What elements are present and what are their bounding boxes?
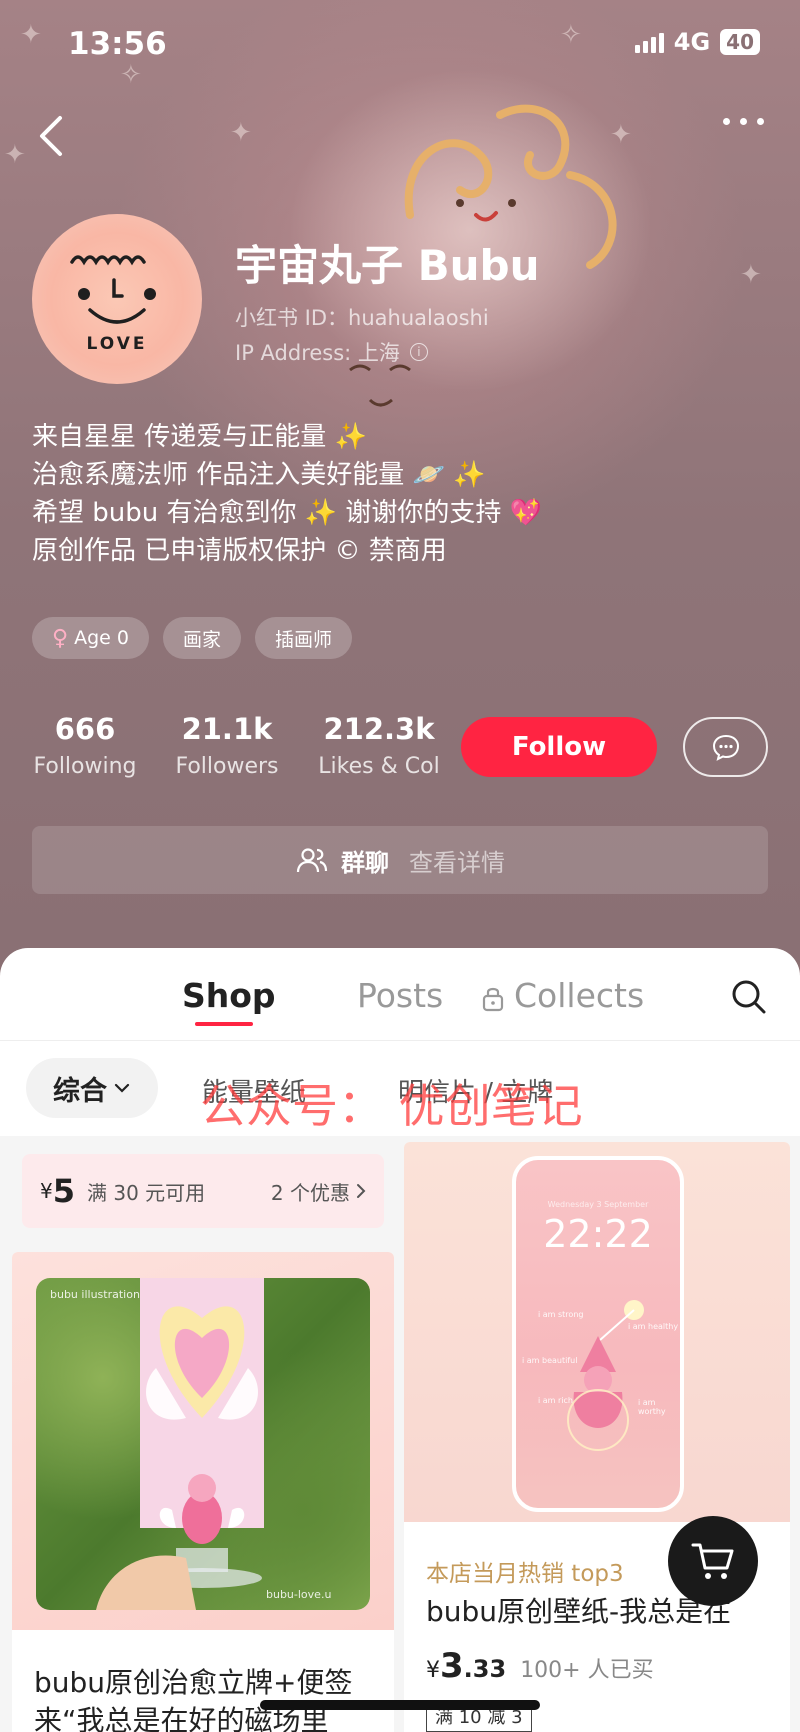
coupon-amount: 5 <box>52 1172 75 1210</box>
product-card[interactable]: bubu illustration bubu-love.u bubu原创治愈立牌… <box>12 1252 394 1732</box>
avatar-love-text: LOVE <box>87 334 148 354</box>
price-decimal: .33 <box>463 1655 507 1683</box>
stat-label: Followers <box>175 754 279 779</box>
network-type: 4G <box>673 28 711 56</box>
coupon-count: 2 个优惠 <box>271 1177 366 1206</box>
signal-icon <box>634 31 664 53</box>
avatar[interactable]: LOVE <box>32 214 202 384</box>
product-image: Wednesday 3 September 22:22 i am strong … <box>404 1142 790 1522</box>
product-card[interactable]: Wednesday 3 September 22:22 i am strong … <box>404 1142 790 1732</box>
chevron-down-icon <box>114 1083 130 1093</box>
group-chat-title: 群聊 <box>341 848 389 877</box>
more-options-icon[interactable] <box>723 118 764 125</box>
stat-label: Following <box>33 754 137 779</box>
chat-bubble-icon <box>712 734 739 761</box>
chevron-right-icon <box>357 1184 366 1198</box>
sparkle-icon: ✦ <box>4 140 26 170</box>
info-icon[interactable]: i <box>409 343 428 361</box>
tab-posts[interactable]: Posts <box>357 976 443 1015</box>
group-chat-detail: 查看详情 <box>409 848 505 877</box>
phone-mockup: Wednesday 3 September 22:22 i am strong … <box>512 1156 684 1512</box>
status-indicators: 4G 40 <box>634 28 760 56</box>
shopping-cart-icon <box>691 1543 734 1579</box>
sold-count: 100+ 人已买 <box>520 1658 654 1683</box>
follow-button[interactable]: Follow <box>461 717 657 777</box>
tab-shop[interactable]: Shop <box>182 976 276 1015</box>
sparkle-icon: ✦ <box>230 118 252 148</box>
stat-likes[interactable]: 212.3k Likes & Col <box>316 712 442 779</box>
search-icon[interactable] <box>730 978 768 1016</box>
cart-button[interactable] <box>668 1516 758 1606</box>
sparkle-icon: ✦ <box>20 20 42 50</box>
tag-label: 插画师 <box>275 628 333 651</box>
price-integer: 3 <box>440 1646 464 1686</box>
coupon-condition: 满 30 元可用 <box>87 1180 206 1205</box>
profile-id: 小红书 ID：huahualaoshi <box>235 306 489 330</box>
bio-line: 原创作品 已申请版权保护 © 禁商用 <box>32 536 447 566</box>
product-image: bubu illustration bubu-love.u <box>12 1252 394 1630</box>
group-users-icon <box>296 848 328 873</box>
bio-line: 治愈系魔法师 作品注入美好能量 🪐 ✨ <box>32 460 486 490</box>
coupon-banner[interactable]: ¥ 5 满 30 元可用 2 个优惠 <box>22 1154 384 1228</box>
stat-value: 212.3k <box>323 712 435 746</box>
photo-watermark: bubu illustration <box>50 1288 140 1301</box>
filter-dropdown[interactable]: 综合 <box>26 1058 158 1118</box>
status-time: 13:56 <box>68 26 167 62</box>
bio-line: 希望 bubu 有治愈到你 ✨ 谢谢你的支持 💖 <box>32 498 543 528</box>
tab-collects[interactable]: Collects <box>514 976 644 1015</box>
price-symbol: ¥ <box>426 1658 440 1683</box>
product-price: ¥ 3 .33 100+ 人已买 <box>426 1646 654 1686</box>
sparkle-icon: ✧ <box>120 60 142 90</box>
watermark-text: 公众号： 优创笔记 <box>200 1079 583 1133</box>
avatar-face-illustration: LOVE <box>70 255 156 354</box>
profile-name: 宇宙丸子 Bubu <box>235 241 540 290</box>
female-icon: ♀ <box>52 625 69 651</box>
tag-label: Age 0 <box>74 627 130 649</box>
profile-bio: 来自星星 传递爱与正能量 ✨ 治愈系魔法师 作品注入美好能量 🪐 ✨ 希望 bu… <box>32 418 542 570</box>
stat-value: 21.1k <box>181 712 273 746</box>
sparkle-icon: ✦ <box>740 260 762 290</box>
wizard-character-illustration <box>567 1300 644 1451</box>
message-button[interactable] <box>683 717 768 777</box>
filter-selected-label: 综合 <box>53 1075 107 1107</box>
profile-ip: IP Address: 上海 i <box>235 337 428 367</box>
tag-illustrator: 插画师 <box>255 617 353 659</box>
phone-date: Wednesday 3 September <box>547 1200 649 1209</box>
coupon-currency: ¥ <box>40 1179 53 1203</box>
stat-followers[interactable]: 21.1k Followers <box>172 712 282 779</box>
group-chat-bar[interactable]: 群聊 查看详情 <box>32 826 768 894</box>
home-indicator <box>260 1700 540 1710</box>
lock-icon <box>482 987 504 1012</box>
bio-line: 来自星星 传递爱与正能量 ✨ <box>32 422 367 452</box>
product-photo: bubu illustration bubu-love.u <box>36 1278 370 1610</box>
content-sheet: Shop Posts Collects 综合 能量壁纸 明信片 / 立牌 公众号… <box>0 948 800 1732</box>
stat-value: 666 <box>54 712 116 746</box>
hot-sale-label: 本店当月热销 top3 <box>426 1561 624 1587</box>
ip-address-text: IP Address: 上海 <box>235 341 400 365</box>
tag-age: ♀ Age 0 <box>32 617 150 659</box>
product-title: bubu原创治愈立牌+便签来“我总是在好的磁场里 <box>34 1666 353 1732</box>
acrylic-stand-illustration <box>96 1278 264 1610</box>
phone-time: 22:22 <box>543 1212 653 1256</box>
battery-icon: 40 <box>720 29 760 55</box>
profile-tags: ♀ Age 0 画家 插画师 <box>32 617 353 659</box>
stat-following[interactable]: 666 Following <box>32 712 138 779</box>
tag-label: 画家 <box>183 628 222 651</box>
active-tab-indicator <box>195 1022 253 1026</box>
photo-watermark: bubu-love.u <box>266 1588 332 1601</box>
divider <box>0 1040 800 1041</box>
tag-painter: 画家 <box>163 617 242 659</box>
profile-header: ✦ ✦ ✧ ✦ ✧ ✦ ✦ 13:56 4G 40 LOVE 宇宙丸子 Bubu… <box>0 0 800 960</box>
back-arrow-icon[interactable] <box>32 108 72 164</box>
stat-label: Likes & Col <box>318 754 440 779</box>
coupon-count-label: 2 个优惠 <box>270 1180 350 1205</box>
sparkle-icon: ✧ <box>560 20 582 50</box>
